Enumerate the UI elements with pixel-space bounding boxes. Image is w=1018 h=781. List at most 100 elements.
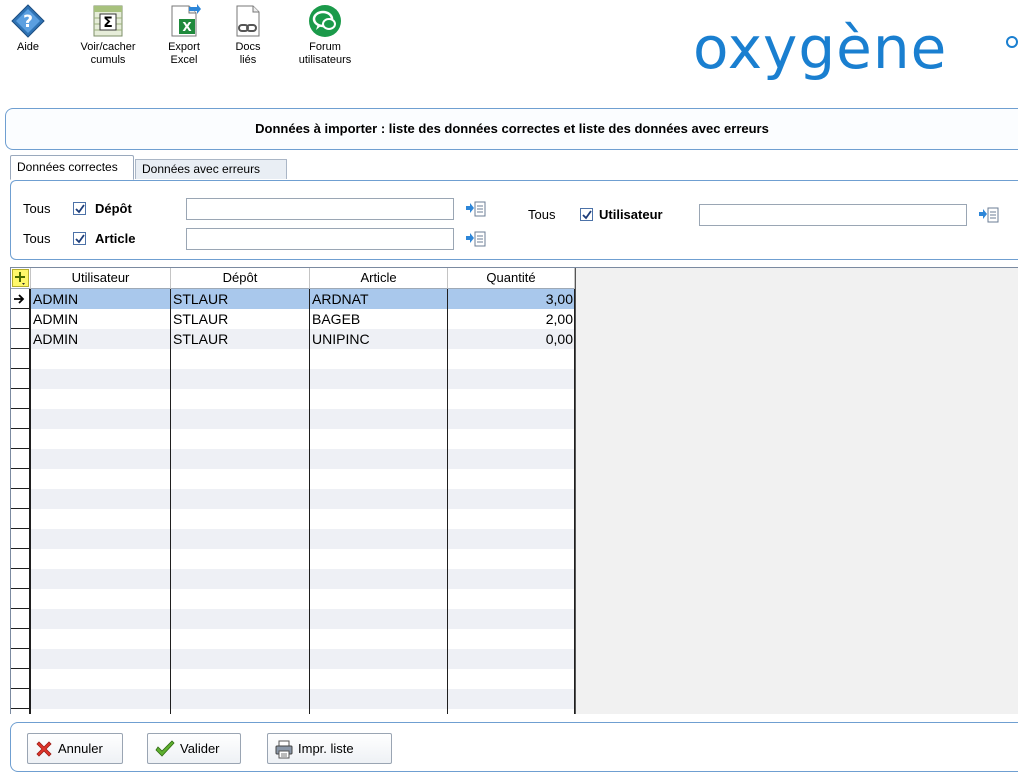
oxygene-logo: oxygène — [693, 14, 948, 82]
column-header-quantite[interactable]: Quantité — [448, 268, 575, 289]
empty-row — [11, 489, 575, 509]
empty-row — [11, 549, 575, 569]
forum-button[interactable]: Forum utilisateurs — [292, 4, 358, 67]
linked-docs-label: Docs liés — [235, 41, 261, 66]
filter-article-label: Article — [95, 231, 136, 246]
cell-depot: STLAUR — [173, 331, 229, 347]
empty-row — [11, 429, 575, 449]
forum-label: Forum utilisateurs — [298, 41, 352, 66]
column-header-article[interactable]: Article — [310, 268, 448, 289]
filter-depot-all-label: Tous — [23, 201, 51, 216]
filter-user-row: Tous Utilisateur — [528, 207, 663, 222]
empty-row — [11, 509, 575, 529]
export-excel-label: Export Excel — [168, 41, 200, 66]
green-check-icon — [155, 739, 175, 757]
empty-row — [11, 569, 575, 589]
export-excel-button[interactable]: X Export Excel — [160, 4, 208, 67]
row-indicator — [11, 529, 30, 549]
checkmark-icon — [582, 210, 592, 220]
filter-depot-input[interactable] — [186, 198, 454, 220]
empty-row — [11, 609, 575, 629]
sigma-icon: Σ — [93, 5, 123, 37]
help-label: Aide — [16, 41, 40, 53]
current-row-arrow-icon — [14, 294, 25, 304]
print-list-button-label: Impr. liste — [298, 741, 354, 756]
toolbar: ? Aide Σ Voir/cacher cumuls X Export Exc… — [0, 0, 1018, 100]
column-divider — [574, 289, 575, 714]
checkmark-icon — [75, 234, 85, 244]
column-divider — [447, 289, 448, 714]
row-indicator — [11, 489, 30, 509]
empty-row — [11, 529, 575, 549]
add-column-button[interactable] — [12, 269, 29, 287]
row-indicator — [11, 669, 30, 689]
row-indicator — [11, 289, 30, 309]
cell-depot: STLAUR — [171, 289, 310, 309]
red-x-icon — [36, 740, 52, 757]
row-indicator — [11, 509, 30, 529]
filter-article-pick-icon[interactable] — [466, 231, 486, 247]
cell-utilisateur: ADMIN — [31, 289, 171, 309]
empty-row — [11, 469, 575, 489]
cell-article: BAGEB — [312, 311, 361, 327]
table-row[interactable]: ADMIN STLAUR BAGEB 2,00 — [11, 309, 575, 329]
toggle-totals-button[interactable]: Σ Voir/cacher cumuls — [70, 4, 146, 67]
empty-row — [11, 409, 575, 429]
table-row[interactable]: ADMIN STLAUR UNIPINC 0,00 — [11, 329, 575, 349]
row-indicator — [11, 709, 30, 714]
table-row[interactable]: ADMIN STLAUR ARDNAT 3,00 — [11, 289, 575, 309]
empty-row — [11, 369, 575, 389]
cell-utilisateur: ADMIN — [33, 331, 79, 347]
page-title: Données à importer : liste des données c… — [5, 108, 1018, 150]
linked-docs-button[interactable]: Docs liés — [224, 4, 272, 67]
filter-user-input[interactable] — [699, 204, 967, 226]
validate-button[interactable]: Valider — [147, 733, 241, 764]
column-divider — [170, 289, 171, 714]
cell-quantite: 0,00 — [545, 331, 573, 347]
help-diamond-icon: ? — [11, 4, 45, 38]
cancel-button[interactable]: Annuler — [27, 733, 123, 764]
row-indicator — [11, 589, 30, 609]
filter-user-label: Utilisateur — [599, 207, 663, 222]
empty-row — [11, 589, 575, 609]
column-header-depot[interactable]: Dépôt — [171, 268, 310, 289]
row-indicator — [11, 429, 30, 449]
printer-icon — [275, 740, 293, 758]
empty-row — [11, 689, 575, 709]
row-indicator — [11, 309, 30, 329]
filter-depot-row: Tous Dépôt — [23, 201, 132, 216]
column-header-utilisateur[interactable]: Utilisateur — [31, 268, 171, 289]
row-indicator — [11, 629, 30, 649]
row-indicator — [11, 649, 30, 669]
column-divider — [30, 289, 31, 714]
row-indicator — [11, 329, 30, 349]
filter-depot-checkbox[interactable] — [73, 202, 86, 215]
linked-docs-icon — [236, 5, 260, 37]
tab-error-data[interactable]: Données avec erreurs — [135, 159, 287, 179]
empty-row — [11, 389, 575, 409]
print-list-button[interactable]: Impr. liste — [267, 733, 392, 764]
tab-valid-data[interactable]: Données correctes — [10, 155, 134, 180]
filter-user-all-label: Tous — [528, 207, 556, 222]
filter-article-all-label: Tous — [23, 231, 51, 246]
empty-row — [11, 709, 575, 714]
cell-article: ARDNAT — [310, 289, 448, 309]
logo-trademark-mark — [1006, 36, 1018, 48]
cell-article: UNIPINC — [312, 331, 370, 347]
svg-text:Σ: Σ — [103, 15, 113, 31]
row-indicator — [11, 409, 30, 429]
filter-article-input[interactable] — [186, 228, 454, 250]
filter-user-checkbox[interactable] — [580, 208, 593, 221]
validate-button-label: Valider — [180, 741, 220, 756]
excel-export-icon: X — [171, 4, 201, 37]
filter-depot-label: Dépôt — [95, 201, 132, 216]
help-button[interactable]: ? Aide — [8, 4, 48, 54]
forum-icon — [309, 5, 341, 37]
cell-utilisateur: ADMIN — [33, 311, 79, 327]
filter-user-pick-icon[interactable] — [979, 207, 999, 223]
filter-depot-pick-icon[interactable] — [466, 201, 486, 217]
grid-empty-area — [575, 268, 1018, 714]
row-indicator — [11, 549, 30, 569]
filter-article-checkbox[interactable] — [73, 232, 86, 245]
row-indicator — [11, 689, 30, 709]
